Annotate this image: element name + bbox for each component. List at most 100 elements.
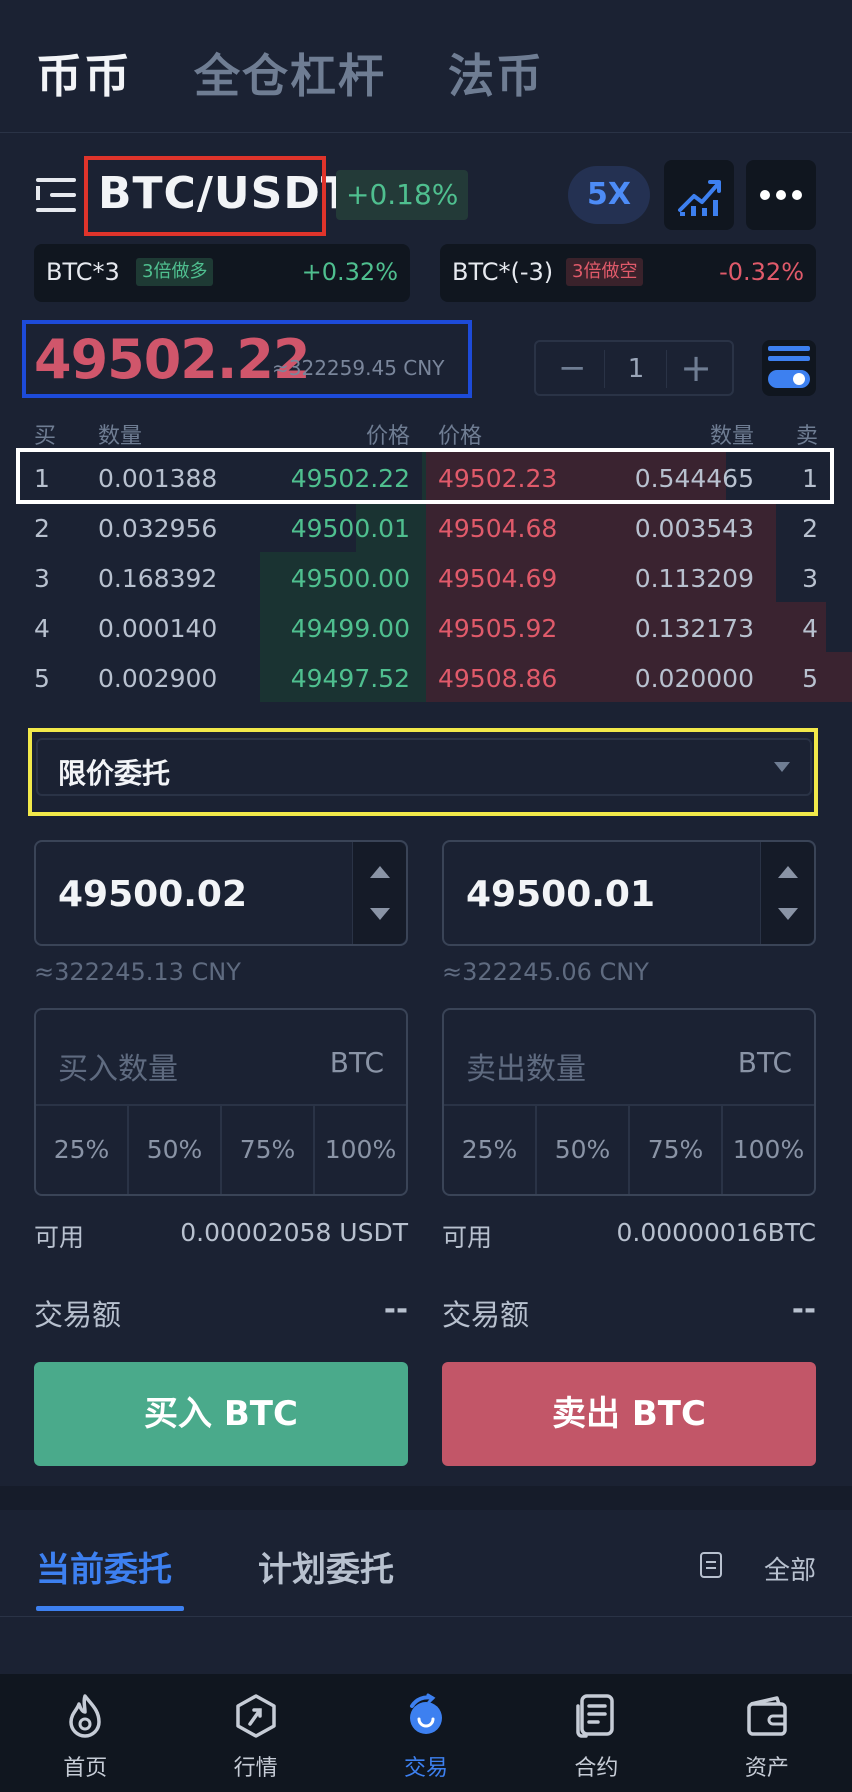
ask-price[interactable]: 49508.86 bbox=[438, 664, 557, 693]
trade-screen: 币币 全仓杠杆 法币 BTC/USDT +0.18% 5X BTC*3 3倍做多… bbox=[0, 0, 852, 1792]
pct-75-button[interactable]: 75% bbox=[222, 1106, 315, 1194]
sell-price-value: 49500.01 bbox=[466, 874, 656, 915]
pct-50-button[interactable]: 50% bbox=[129, 1106, 222, 1194]
ask-index: 5 bbox=[802, 664, 818, 693]
active-tab-indicator bbox=[36, 1606, 184, 1611]
nav-label: 行情 bbox=[233, 1756, 278, 1781]
bid-price[interactable]: 49499.00 bbox=[291, 614, 410, 643]
available-label: 可用 bbox=[34, 1223, 85, 1252]
bid-price[interactable]: 49497.52 bbox=[291, 664, 410, 693]
plus-button[interactable]: + bbox=[680, 349, 712, 387]
orderbook-header-price: 价格 bbox=[365, 424, 410, 449]
orderbook-row[interactable]: 5 0.002900 49497.52 49508.86 0.020000 5 bbox=[0, 652, 852, 702]
chart-button[interactable] bbox=[664, 160, 734, 230]
menu-icon[interactable] bbox=[36, 176, 76, 214]
ask-price[interactable]: 49504.68 bbox=[438, 514, 557, 543]
pair-name-highlight bbox=[84, 156, 326, 236]
available-value: 0.00002058 USDT bbox=[180, 1218, 408, 1247]
buy-price-cny: ≈322245.13 CNY bbox=[34, 958, 241, 986]
tab-fiat[interactable]: 法币 bbox=[448, 40, 544, 106]
orderbook-header-price: 价格 bbox=[438, 424, 483, 449]
orderbook-row[interactable]: 2 0.032956 49500.01 49504.68 0.003543 2 bbox=[0, 502, 852, 552]
leveraged-token-long[interactable]: BTC*3 3倍做多 +0.32% bbox=[34, 244, 410, 302]
all-orders-button[interactable]: 全部 bbox=[764, 1550, 816, 1587]
ask-qty: 0.020000 bbox=[634, 664, 754, 693]
short-tag: 3倍做空 bbox=[566, 258, 644, 286]
sell-price-cny: ≈322245.06 CNY bbox=[442, 958, 649, 986]
divider bbox=[666, 350, 667, 388]
market-icon bbox=[235, 1694, 276, 1738]
buy-qty-input[interactable]: 买入数量 bbox=[58, 1044, 178, 1088]
depth-stepper: − 1 + bbox=[534, 340, 734, 396]
sell-form: 49500.01 ≈322245.06 CNY 卖出数量 BTC 25% 50%… bbox=[442, 840, 816, 1466]
wallet-icon bbox=[747, 1696, 787, 1736]
bid-price[interactable]: 49500.00 bbox=[291, 564, 410, 593]
arrow-up-icon[interactable] bbox=[778, 866, 798, 878]
amount-value: -- bbox=[791, 1292, 816, 1326]
orderbook-row[interactable]: 3 0.168392 49500.00 49504.69 0.113209 3 bbox=[0, 552, 852, 602]
dot bbox=[776, 190, 786, 200]
nav-market[interactable]: 行情 bbox=[170, 1674, 340, 1792]
sell-price-input[interactable]: 49500.01 bbox=[442, 840, 816, 946]
buy-price-input[interactable]: 49500.02 bbox=[34, 840, 408, 946]
sell-button[interactable]: 卖出 BTC bbox=[442, 1362, 816, 1466]
bid-index: 5 bbox=[34, 664, 50, 693]
pct-75-button[interactable]: 75% bbox=[630, 1106, 723, 1194]
divider bbox=[0, 1616, 852, 1617]
buy-price-value: 49500.02 bbox=[58, 874, 248, 915]
leverage-button[interactable]: 5X bbox=[568, 166, 650, 224]
pct-25-button[interactable]: 25% bbox=[36, 1106, 129, 1194]
ask-price[interactable]: 49504.69 bbox=[438, 564, 557, 593]
ask-index: 4 bbox=[802, 614, 818, 643]
ask-price[interactable]: 49505.92 bbox=[438, 614, 557, 643]
pct-25-button[interactable]: 25% bbox=[444, 1106, 537, 1194]
leveraged-token-short[interactable]: BTC*(-3) 3倍做空 -0.32% bbox=[440, 244, 816, 302]
bid-qty: 0.000140 bbox=[98, 614, 218, 643]
bid-qty: 0.002900 bbox=[98, 664, 218, 693]
flame-icon bbox=[69, 1694, 101, 1738]
chart-icon bbox=[678, 180, 721, 216]
orderbook-row[interactable]: 4 0.000140 49499.00 49505.92 0.132173 4 bbox=[0, 602, 852, 652]
arrow-down-icon[interactable] bbox=[778, 908, 798, 920]
ask-qty: 0.132173 bbox=[634, 614, 754, 643]
nav-trade[interactable]: 交易 bbox=[341, 1674, 511, 1792]
arrow-up-icon[interactable] bbox=[370, 866, 390, 878]
orderbook-row-highlight bbox=[16, 448, 834, 504]
orderbook-header-sell: 卖 bbox=[795, 424, 818, 449]
pct-50-button[interactable]: 50% bbox=[537, 1106, 630, 1194]
ask-qty: 0.113209 bbox=[634, 564, 754, 593]
tab-current-orders[interactable]: 当前委托 bbox=[36, 1542, 172, 1591]
orderbook-header-qty: 数量 bbox=[98, 424, 143, 449]
bid-price[interactable]: 49500.01 bbox=[291, 514, 410, 543]
pair-header: BTC/USDT +0.18% 5X bbox=[36, 156, 816, 236]
qty-unit: BTC bbox=[329, 1046, 384, 1079]
orderbook-layout-button[interactable] bbox=[762, 340, 816, 396]
dot bbox=[760, 190, 770, 200]
qty-unit: BTC bbox=[737, 1046, 792, 1079]
order-type-highlight bbox=[28, 728, 818, 816]
tab-cross-margin[interactable]: 全仓杠杆 bbox=[194, 40, 386, 106]
nav-assets[interactable]: 资产 bbox=[682, 1674, 852, 1792]
sell-qty-box: 卖出数量 BTC 25% 50% 75% 100% bbox=[442, 1008, 816, 1196]
percent-selector: 25% 50% 75% 100% bbox=[444, 1104, 814, 1194]
arrow-down-icon[interactable] bbox=[370, 908, 390, 920]
tab-plan-orders[interactable]: 计划委托 bbox=[258, 1542, 394, 1591]
sell-qty-input[interactable]: 卖出数量 bbox=[466, 1044, 586, 1088]
divider bbox=[0, 132, 852, 133]
nav-contract[interactable]: 合约 bbox=[511, 1674, 681, 1792]
bid-qty: 0.168392 bbox=[98, 564, 218, 593]
dot bbox=[792, 190, 802, 200]
tab-spot[interactable]: 币币 bbox=[36, 40, 132, 106]
buy-amount: 交易额 -- bbox=[34, 1292, 408, 1332]
buy-button[interactable]: 买入 BTC bbox=[34, 1362, 408, 1466]
list-icon bbox=[700, 1552, 722, 1578]
amount-value: -- bbox=[383, 1292, 408, 1326]
nav-home[interactable]: 首页 bbox=[0, 1674, 170, 1792]
long-tag: 3倍做多 bbox=[136, 258, 214, 286]
nav-label: 合约 bbox=[574, 1756, 619, 1781]
pct-100-button[interactable]: 100% bbox=[723, 1106, 814, 1194]
sell-amount: 交易额 -- bbox=[442, 1292, 816, 1332]
bid-index: 3 bbox=[34, 564, 50, 593]
more-button[interactable] bbox=[746, 160, 816, 230]
pct-100-button[interactable]: 100% bbox=[315, 1106, 406, 1194]
